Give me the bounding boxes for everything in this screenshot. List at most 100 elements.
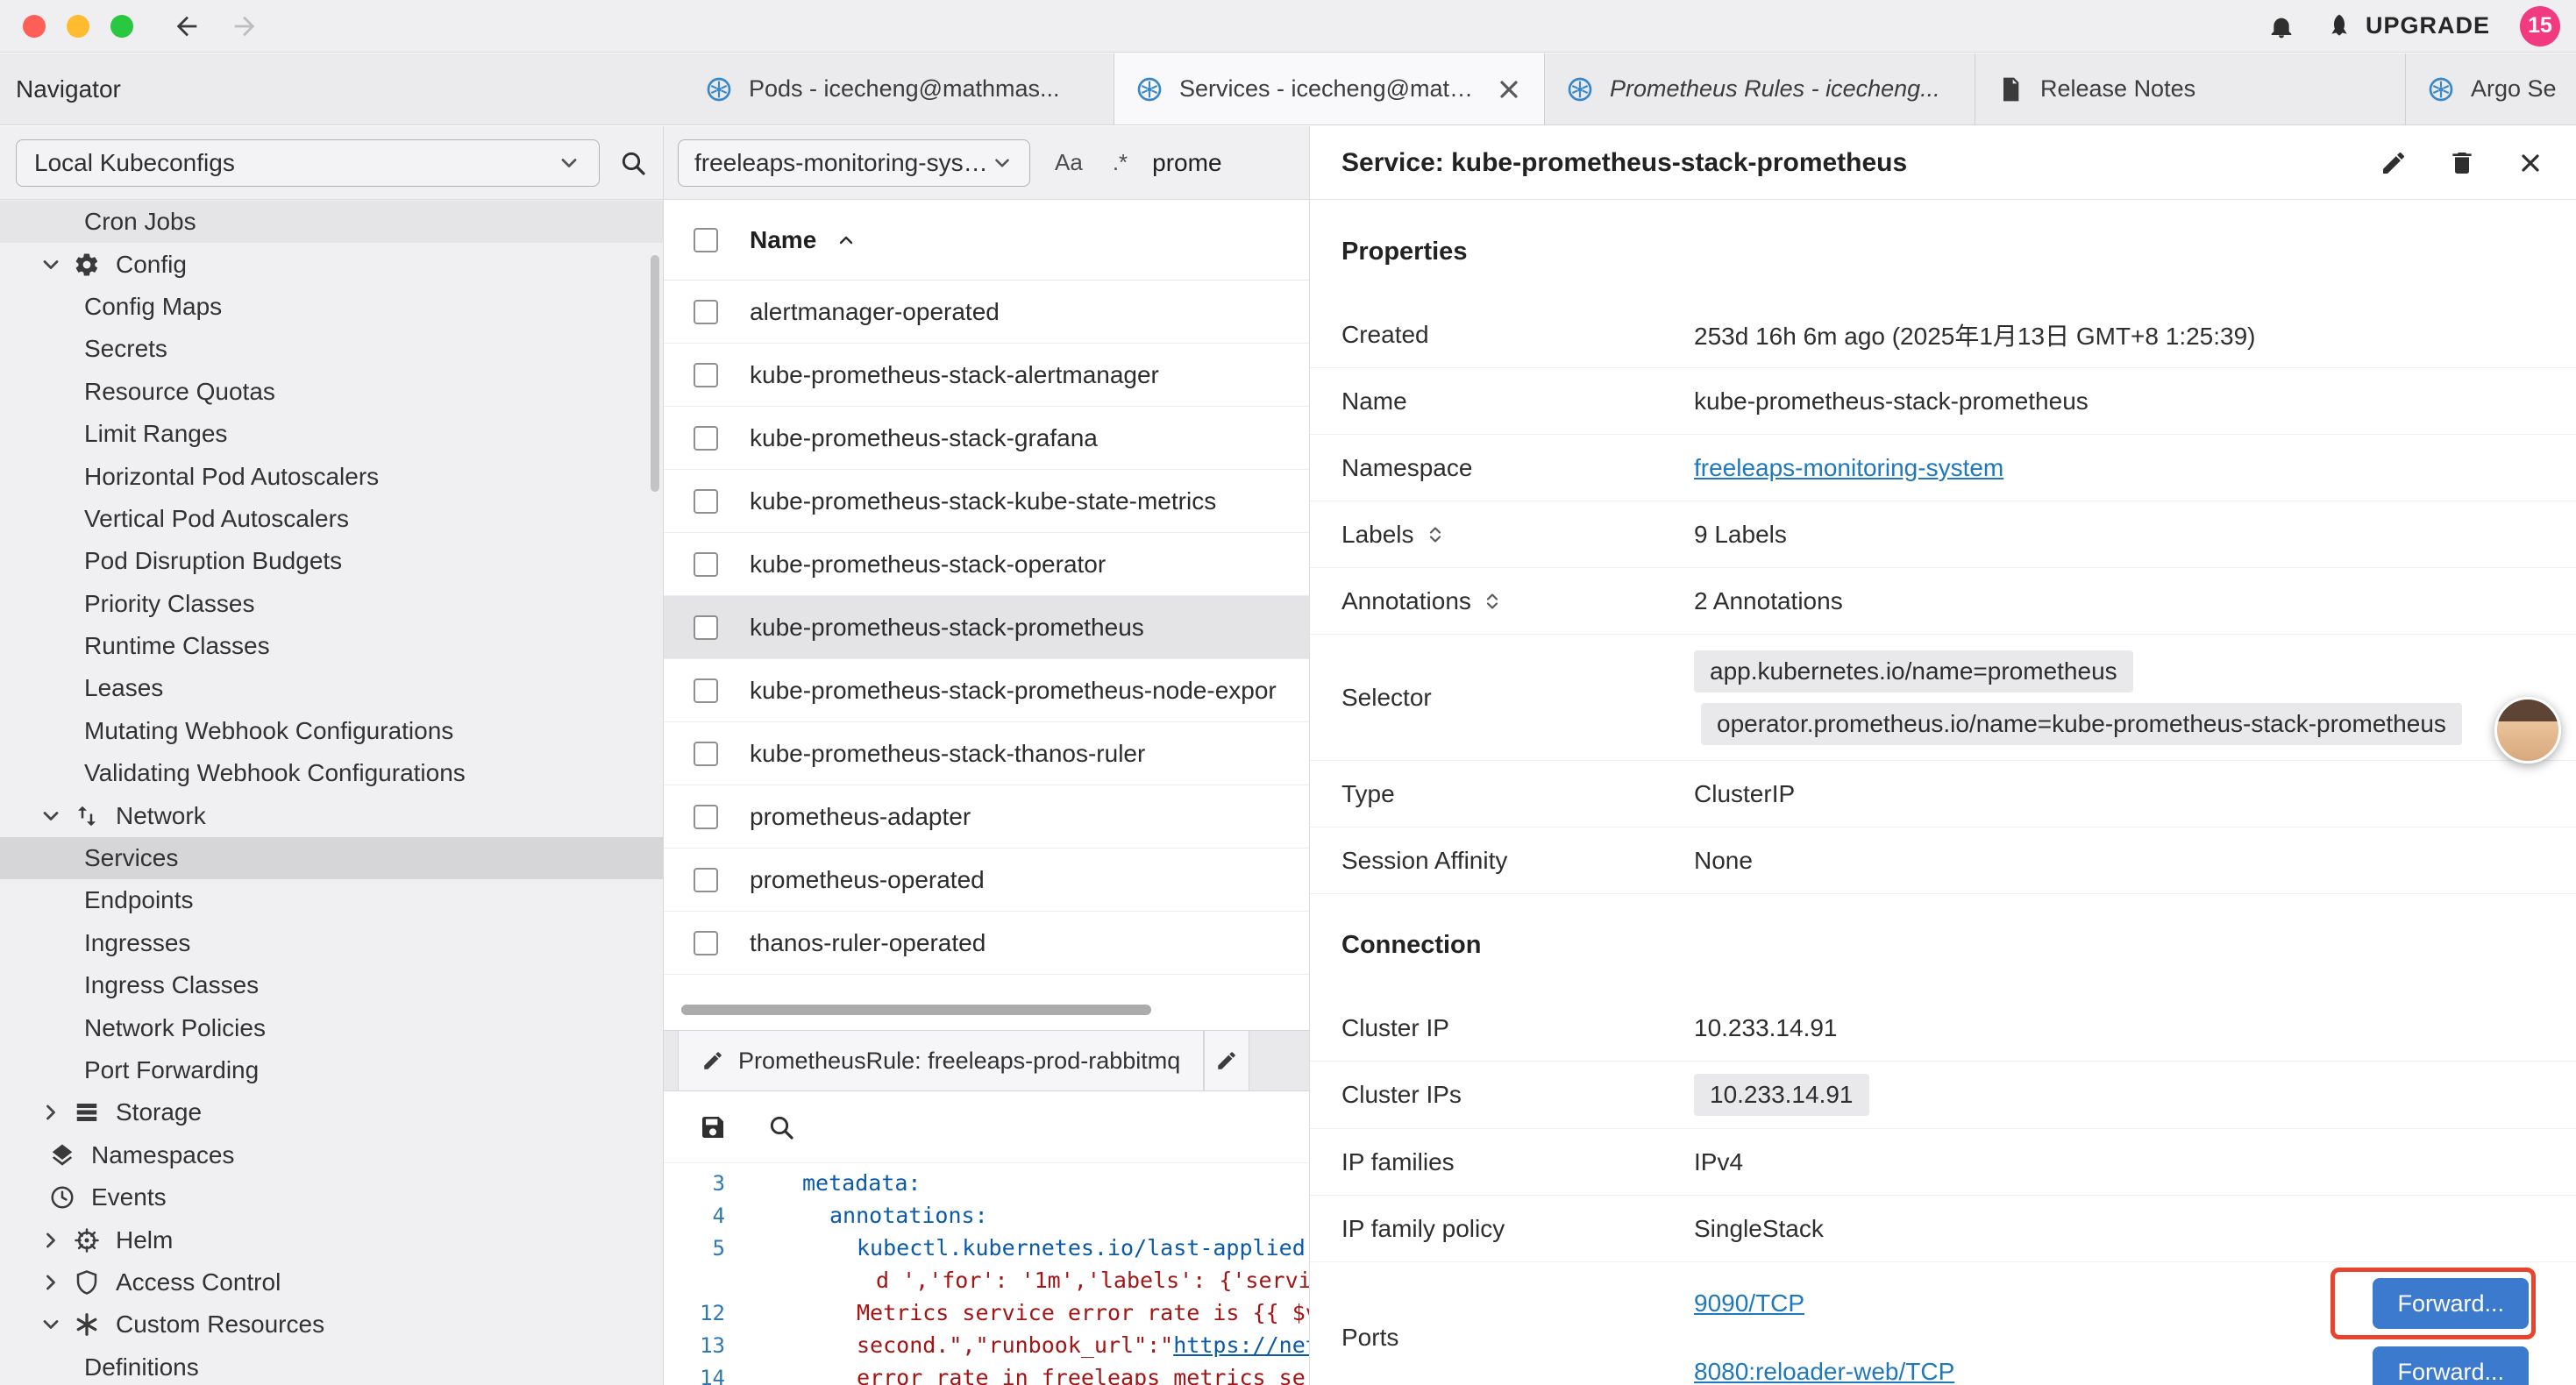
unfold-icon[interactable] xyxy=(1482,591,1503,612)
sidebar-search-icon[interactable] xyxy=(619,149,647,177)
sidebar-item-ingresses[interactable]: Ingresses xyxy=(0,922,663,964)
detail-link-freeleaps-monitoring-system[interactable]: freeleaps-monitoring-system xyxy=(1694,454,2003,481)
sidebar-item-runtime-classes[interactable]: Runtime Classes xyxy=(0,625,663,667)
sidebar-item-pod-disruption-budgets[interactable]: Pod Disruption Budgets xyxy=(0,540,663,582)
row-checkbox[interactable] xyxy=(694,742,718,766)
row-checkbox[interactable] xyxy=(694,300,718,324)
service-row-kube-prometheus-stack-operator[interactable]: kube-prometheus-stack-operator xyxy=(664,533,1309,596)
row-checkbox[interactable] xyxy=(694,868,718,892)
notifications-bell-icon[interactable] xyxy=(2267,12,2295,40)
unfold-icon[interactable] xyxy=(1425,524,1446,545)
port-link-8080-reloader-web-tcp[interactable]: 8080:reloader-web/TCP xyxy=(1694,1358,1954,1385)
tab-release-notes[interactable]: Release Notes xyxy=(1975,53,2406,124)
namespace-filter[interactable]: freeleaps-monitoring-system xyxy=(678,139,1030,187)
service-row-prometheus-operated[interactable]: prometheus-operated xyxy=(664,849,1309,912)
tab-prometheus-rules-icecheng[interactable]: Prometheus Rules - icecheng... xyxy=(1545,53,1975,124)
match-case-toggle[interactable]: Aa xyxy=(1050,146,1088,180)
sidebar-scrollbar[interactable] xyxy=(651,255,659,492)
sidebar-item-resource-quotas[interactable]: Resource Quotas xyxy=(0,371,663,413)
sidebar-item-services[interactable]: Services xyxy=(0,837,663,879)
user-avatar[interactable] xyxy=(2494,697,2561,764)
sidebar-item-access-control[interactable]: Access Control xyxy=(0,1261,663,1303)
sidebar-item-ingress-classes[interactable]: Ingress Classes xyxy=(0,964,663,1006)
sidebar-item-secrets[interactable]: Secrets xyxy=(0,328,663,370)
kubeconfig-selector[interactable]: Local Kubeconfigs xyxy=(16,139,600,187)
asterisk-icon xyxy=(74,1311,100,1338)
dock-tab-partial[interactable] xyxy=(1204,1031,1249,1090)
row-checkbox[interactable] xyxy=(694,552,718,577)
name-column-header[interactable]: Name xyxy=(750,226,816,254)
row-checkbox[interactable] xyxy=(694,678,718,703)
yaml-editor[interactable]: 3metadata:4annotations:5kubectl.kubernet… xyxy=(664,1163,1309,1385)
edit-icon[interactable] xyxy=(2380,149,2408,177)
service-row-thanos-ruler-operated[interactable]: thanos-ruler-operated xyxy=(664,912,1309,975)
line-number: 13 xyxy=(664,1333,751,1358)
row-checkbox[interactable] xyxy=(694,489,718,514)
forward-button[interactable]: Forward... xyxy=(2373,1278,2529,1329)
sidebar-item-mutating-webhook-configurations[interactable]: Mutating Webhook Configurations xyxy=(0,710,663,752)
close-window-button[interactable] xyxy=(23,15,46,38)
sidebar-item-network[interactable]: Network xyxy=(0,794,663,836)
service-name: kube-prometheus-stack-prometheus-node-ex… xyxy=(750,677,1277,705)
regex-toggle[interactable]: .* xyxy=(1107,146,1133,180)
horizontal-scrollbar-thumb[interactable] xyxy=(681,1005,1151,1015)
horizontal-scrollbar[interactable] xyxy=(664,1003,1309,1017)
sidebar-item-namespaces[interactable]: Namespaces xyxy=(0,1134,663,1176)
sidebar-item-helm[interactable]: Helm xyxy=(0,1218,663,1261)
sidebar-item-horizontal-pod-autoscalers[interactable]: Horizontal Pod Autoscalers xyxy=(0,455,663,497)
notification-badge[interactable]: 15 xyxy=(2520,6,2560,46)
close-icon[interactable] xyxy=(2516,149,2544,177)
save-icon[interactable] xyxy=(699,1113,727,1141)
service-row-kube-prometheus-stack-kube-state-metrics[interactable]: kube-prometheus-stack-kube-state-metrics xyxy=(664,470,1309,533)
service-row-kube-prometheus-stack-prometheus[interactable]: kube-prometheus-stack-prometheus xyxy=(664,596,1309,659)
sidebar-item-port-forwarding[interactable]: Port Forwarding xyxy=(0,1049,663,1091)
minimize-window-button[interactable] xyxy=(67,15,89,38)
search-query[interactable]: prome xyxy=(1152,149,1221,177)
sidebar-item-leases[interactable]: Leases xyxy=(0,667,663,709)
sidebar-item-definitions[interactable]: Definitions xyxy=(0,1346,663,1385)
service-row-alertmanager-operated[interactable]: alertmanager-operated xyxy=(664,281,1309,344)
forward-button[interactable]: Forward... xyxy=(2373,1346,2529,1385)
service-row-kube-prometheus-stack-grafana[interactable]: kube-prometheus-stack-grafana xyxy=(664,407,1309,470)
sidebar-item-custom-resources[interactable]: Custom Resources xyxy=(0,1303,663,1346)
tab-close-icon[interactable] xyxy=(1495,75,1523,103)
sidebar-item-validating-webhook-configurations[interactable]: Validating Webhook Configurations xyxy=(0,752,663,794)
sidebar-item-label: Network Policies xyxy=(84,1014,266,1042)
port-link-9090-tcp[interactable]: 9090/TCP xyxy=(1694,1289,1804,1318)
back-icon[interactable] xyxy=(172,11,202,41)
sidebar-item-priority-classes[interactable]: Priority Classes xyxy=(0,583,663,625)
sidebar-item-label: Custom Resources xyxy=(116,1310,324,1339)
editor-search-icon[interactable] xyxy=(767,1113,795,1141)
delete-icon[interactable] xyxy=(2448,149,2476,177)
select-all-checkbox[interactable] xyxy=(694,228,718,252)
forward-icon[interactable] xyxy=(230,11,260,41)
row-checkbox[interactable] xyxy=(694,615,718,640)
tab-argo-se[interactable]: Argo Se xyxy=(2406,53,2576,124)
dock-tab-prometheusrule[interactable]: PrometheusRule: freeleaps-prod-rabbitmq xyxy=(678,1031,1204,1090)
sidebar-item-config[interactable]: Config xyxy=(0,243,663,285)
detail-label: Annotations xyxy=(1341,587,1694,615)
maximize-window-button[interactable] xyxy=(110,15,133,38)
sidebar-item-network-policies[interactable]: Network Policies xyxy=(0,1006,663,1048)
service-row-kube-prometheus-stack-alertmanager[interactable]: kube-prometheus-stack-alertmanager xyxy=(664,344,1309,407)
tab-services-icecheng-math[interactable]: Services - icecheng@math... xyxy=(1114,53,1545,124)
service-row-kube-prometheus-stack-thanos-ruler[interactable]: kube-prometheus-stack-thanos-ruler xyxy=(664,722,1309,785)
sidebar-item-config-maps[interactable]: Config Maps xyxy=(0,286,663,328)
sidebar-item-cron-jobs[interactable]: Cron Jobs xyxy=(0,201,663,243)
sidebar-item-storage[interactable]: Storage xyxy=(0,1091,663,1133)
detail-row-created: Created253d 16h 6m ago (2025年1月13日 GMT+8… xyxy=(1310,302,2576,368)
upgrade-button[interactable]: UPGRADE xyxy=(2325,12,2490,40)
row-checkbox[interactable] xyxy=(694,805,718,829)
row-checkbox[interactable] xyxy=(694,426,718,451)
service-row-kube-prometheus-stack-prometheus-node-expor[interactable]: kube-prometheus-stack-prometheus-node-ex… xyxy=(664,659,1309,722)
sidebar-item-events[interactable]: Events xyxy=(0,1176,663,1218)
service-row-prometheus-adapter[interactable]: prometheus-adapter xyxy=(664,785,1309,849)
sidebar-item-vertical-pod-autoscalers[interactable]: Vertical Pod Autoscalers xyxy=(0,498,663,540)
navigator-tab[interactable]: Navigator xyxy=(16,75,121,103)
sidebar-item-limit-ranges[interactable]: Limit Ranges xyxy=(0,413,663,455)
sidebar-item-label: Runtime Classes xyxy=(84,632,270,660)
row-checkbox[interactable] xyxy=(694,931,718,955)
sidebar-item-endpoints[interactable]: Endpoints xyxy=(0,879,663,921)
tab-pods-icecheng-mathmas[interactable]: Pods - icecheng@mathmas... xyxy=(684,53,1114,124)
row-checkbox[interactable] xyxy=(694,363,718,387)
